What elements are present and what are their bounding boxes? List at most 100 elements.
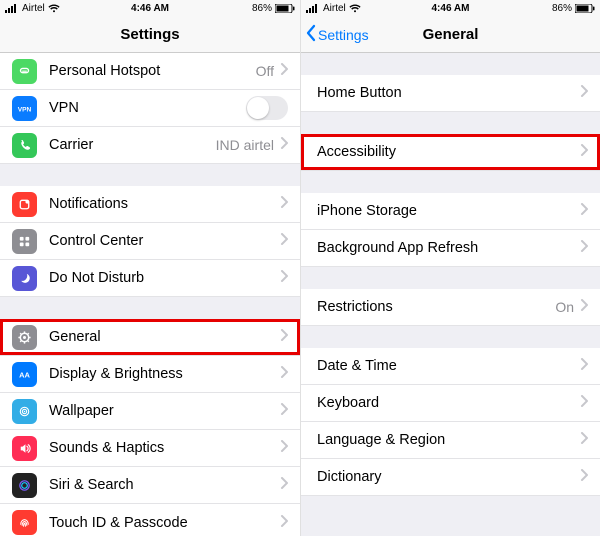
row-home-button[interactable]: Home Button [301,75,600,112]
chevron-right-icon [580,202,588,220]
group-separator [301,267,600,289]
chevron-right-icon [580,143,588,161]
display-icon: AA [12,362,37,387]
row-date-time[interactable]: Date & Time [301,348,600,385]
control-center-icon [12,229,37,254]
row-touch-id[interactable]: Touch ID & Passcode [0,504,300,536]
chevron-right-icon [580,298,588,316]
chevron-right-icon [280,476,288,494]
chevron-right-icon [280,402,288,420]
siri-icon [12,473,37,498]
chevron-right-icon [280,439,288,457]
row-personal-hotspot[interactable]: Personal Hotspot Off [0,53,300,90]
row-label: Display & Brightness [49,366,280,382]
group-separator [301,171,600,193]
svg-text:AA: AA [19,370,30,379]
chevron-left-icon [305,24,318,45]
screen-general: Airtel 4:46 AM 86% Settings General [300,0,600,536]
row-detail: IND airtel [216,137,274,153]
row-general[interactable]: General [0,319,300,356]
vpn-toggle[interactable] [246,96,288,120]
row-iphone-storage[interactable]: iPhone Storage [301,193,600,230]
notifications-icon [12,192,37,217]
settings-list[interactable]: Personal Hotspot Off VPN VPN Carrier IND… [0,53,300,536]
chevron-right-icon [580,239,588,257]
battery-percent: 86% [552,3,572,14]
row-language-region[interactable]: Language & Region [301,422,600,459]
row-sounds-haptics[interactable]: Sounds & Haptics [0,430,300,467]
carrier-label: Airtel [22,3,45,14]
chevron-right-icon [280,195,288,213]
screens-container: Airtel 4:46 AM 86% Settings Personal Hot… [0,0,600,536]
status-bar: Airtel 4:46 AM 86% [0,0,300,17]
group-separator [301,53,600,75]
group-separator [0,297,300,319]
chevron-right-icon [580,84,588,102]
row-dictionary[interactable]: Dictionary [301,459,600,496]
wifi-icon [349,4,361,13]
row-wallpaper[interactable]: Wallpaper [0,393,300,430]
chevron-right-icon [280,62,288,80]
row-label: Date & Time [317,358,580,374]
row-vpn[interactable]: VPN VPN [0,90,300,127]
wallpaper-icon [12,399,37,424]
row-carrier[interactable]: Carrier IND airtel [0,127,300,164]
row-label: Wallpaper [49,403,280,419]
row-label: iPhone Storage [317,203,580,219]
chevron-right-icon [580,431,588,449]
nav-title: Settings [0,26,300,43]
nav-bar: Settings General [301,17,600,53]
row-background-app-refresh[interactable]: Background App Refresh [301,230,600,267]
clock-label: 4:46 AM [402,3,498,14]
row-label: Carrier [49,137,216,153]
group-separator [0,164,300,186]
signal-icon [5,4,19,13]
link-icon [12,59,37,84]
row-label: Do Not Disturb [49,270,280,286]
status-bar: Airtel 4:46 AM 86% [301,0,600,17]
row-label: Sounds & Haptics [49,440,280,456]
row-notifications[interactable]: Notifications [0,186,300,223]
chevron-right-icon [280,365,288,383]
row-control-center[interactable]: Control Center [0,223,300,260]
row-label: Notifications [49,196,280,212]
row-restrictions[interactable]: Restrictions On [301,289,600,326]
battery-percent: 86% [252,3,272,14]
sound-icon [12,436,37,461]
row-keyboard[interactable]: Keyboard [301,385,600,422]
moon-icon [12,266,37,291]
group-separator [301,326,600,348]
chevron-right-icon [280,232,288,250]
row-label: Background App Refresh [317,240,580,256]
row-display-brightness[interactable]: AA Display & Brightness [0,356,300,393]
general-list[interactable]: Home Button Accessibility iPhone Storage… [301,53,600,536]
wifi-icon [48,4,60,13]
row-label: Touch ID & Passcode [49,515,280,531]
row-label: Dictionary [317,469,580,485]
chevron-right-icon [580,394,588,412]
row-label: General [49,329,280,345]
group-separator [301,496,600,518]
row-accessibility[interactable]: Accessibility [301,134,600,171]
svg-text:VPN: VPN [18,106,32,113]
row-label: Control Center [49,233,280,249]
battery-icon [275,4,295,13]
chevron-right-icon [280,269,288,287]
back-button[interactable]: Settings [301,24,369,45]
fingerprint-icon [12,510,37,535]
clock-label: 4:46 AM [102,3,199,14]
group-separator [301,112,600,134]
back-label: Settings [318,27,369,43]
signal-icon [306,4,320,13]
phone-icon [12,133,37,158]
row-label: Language & Region [317,432,580,448]
chevron-right-icon [280,514,288,532]
row-siri-search[interactable]: Siri & Search [0,467,300,504]
battery-icon [575,4,595,13]
row-do-not-disturb[interactable]: Do Not Disturb [0,260,300,297]
row-label: Home Button [317,85,580,101]
row-label: Accessibility [317,144,580,160]
row-detail: On [555,299,574,315]
row-label: Personal Hotspot [49,63,256,79]
screen-settings: Airtel 4:46 AM 86% Settings Personal Hot… [0,0,300,536]
